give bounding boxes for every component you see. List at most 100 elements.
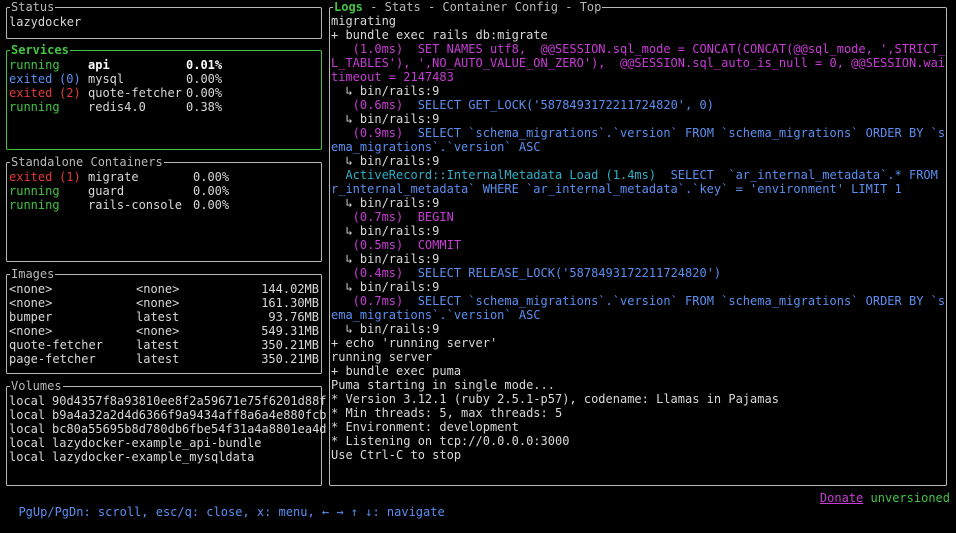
log-line: ↳ bin/rails:9 — [331, 322, 945, 336]
service-cpu: 0.38% — [186, 100, 223, 114]
volume-row[interactable]: local lazydocker-example_mysqldata — [9, 450, 319, 464]
container-cpu: 0.00% — [193, 170, 230, 184]
volume-row[interactable]: local lazydocker-example_api-bundle — [9, 436, 319, 450]
volume-driver: local — [9, 450, 46, 464]
image-size: 93.76MB — [268, 310, 319, 324]
log-segment: ↳ bin/rails:9 — [331, 224, 440, 238]
log-line: + echo 'running server' — [331, 336, 945, 350]
service-state: exited — [9, 86, 53, 100]
log-segment: (0.5ms) COMMIT — [331, 238, 462, 252]
container-name: migrate — [88, 170, 139, 184]
volume-row[interactable]: local 90d4357f8a93810ee8f2a59671e75f6201d… — [9, 394, 327, 408]
volume-driver: local — [9, 408, 46, 422]
tab-separator: - — [558, 0, 580, 14]
log-line: + bundle exec puma — [331, 364, 945, 378]
log-line: (0.6ms) SELECT GET_LOCK('587849317221172… — [331, 98, 945, 112]
volume-name: b9a4a32a2d4d6366f9a9434aff8a6a4e880fcb — [52, 408, 327, 422]
image-size: 549.31MB — [261, 324, 319, 338]
image-repository: page-fetcher — [9, 352, 96, 366]
log-segment: ↳ bin/rails:9 — [331, 252, 440, 266]
container-row[interactable]: running guard 0.00% — [9, 184, 319, 198]
image-row[interactable]: bumper latest 93.76MB — [9, 310, 319, 324]
log-segment: * Version 3.12.1 (ruby 2.5.1-p57), coden… — [331, 392, 779, 406]
container-row[interactable]: exited (1) migrate 0.00% — [9, 170, 319, 184]
service-state: running — [9, 100, 60, 114]
image-tag: latest — [136, 338, 180, 352]
log-segment: running server — [331, 350, 433, 364]
tab-stats[interactable]: Stats — [385, 0, 421, 14]
container-row[interactable]: running rails-console 0.00% — [9, 198, 319, 212]
log-segment: ↳ bin/rails:9 — [331, 112, 440, 126]
tab-top[interactable]: Top — [580, 0, 602, 14]
tab-container-config[interactable]: Container Config — [442, 0, 558, 14]
images-panel[interactable]: Images <none> <none> 144.02MB <none> <none> 1… — [6, 267, 322, 374]
volumes-panel-title: Volumes — [10, 379, 63, 393]
service-row[interactable]: exited (2) quote-fetcher 0.00% — [9, 86, 319, 100]
log-segment: * Environment: development — [331, 420, 519, 434]
image-row[interactable]: <none> <none> 161.30MB — [9, 296, 319, 310]
service-row[interactable]: running redis4.0 0.38% — [9, 100, 319, 114]
service-name: api — [88, 58, 110, 72]
service-name: redis4.0 — [88, 100, 146, 114]
tab-separator: - — [362, 0, 385, 14]
image-repository: <none> — [9, 296, 53, 310]
log-line: timeout = 2147483 — [331, 70, 945, 84]
log-segment: ActiveRecord::InternalMetadata Load (1.4… — [331, 168, 671, 182]
volumes-panel[interactable]: Volumes local 90d4357f8a93810ee8f2a59671e… — [6, 379, 327, 486]
log-segment: L_TABLES'), ',NO_AUTO_VALUE_ON_ZERO'), @… — [331, 56, 945, 70]
log-line: running server — [331, 350, 945, 364]
footer-bar: PgUp/PgDn: scroll, esc/q: close, x: menu… — [4, 491, 950, 519]
image-tag: <none> — [136, 324, 180, 338]
service-row[interactable]: running api 0.01% — [9, 58, 319, 72]
services-panel[interactable]: Services running api 0.01% exited (0) mysql 0.… — [6, 43, 322, 150]
log-segment: (0.7ms) — [331, 294, 418, 308]
donate-link[interactable]: Donate — [820, 491, 863, 505]
log-segment: + echo 'running server' — [331, 336, 498, 350]
image-row[interactable]: page-fetcher latest 350.21MB — [9, 352, 319, 366]
image-repository: <none> — [9, 282, 53, 296]
log-line: ↳ bin/rails:9 — [331, 224, 945, 238]
service-row[interactable]: exited (0) mysql 0.00% — [9, 72, 319, 86]
image-repository: <none> — [9, 324, 53, 338]
container-state: exited — [9, 170, 53, 184]
container-cpu: 0.00% — [193, 184, 230, 198]
log-line: * Environment: development — [331, 420, 945, 434]
log-view[interactable]: migrating + bundle exec rails db:migrate … — [331, 14, 945, 462]
image-row[interactable]: <none> <none> 549.31MB — [9, 324, 319, 338]
tab-separator: - — [420, 0, 443, 14]
status-panel[interactable]: Status lazydocker — [6, 0, 322, 39]
image-tag: latest — [136, 352, 180, 366]
service-exit-code: (2) — [59, 86, 81, 100]
version-label: unversioned — [870, 491, 950, 505]
service-cpu: 0.00% — [186, 72, 223, 86]
log-segment: + bundle exec puma — [331, 364, 462, 378]
image-size: 350.21MB — [261, 352, 319, 366]
log-segment: Use Ctrl-C to stop — [331, 448, 462, 462]
project-name: lazydocker — [9, 15, 82, 29]
log-line: (0.4ms) SELECT RELEASE_LOCK('58784931722… — [331, 266, 945, 280]
log-line: ↳ bin/rails:9 — [331, 112, 945, 126]
image-row[interactable]: quote-fetcher latest 350.21MB — [9, 338, 319, 352]
image-tag: <none> — [136, 282, 180, 296]
log-segment: Puma starting in single mode... — [331, 378, 555, 392]
log-segment: * Min threads: 5, max threads: 5 — [331, 406, 563, 420]
container-exit-code: (1) — [59, 170, 81, 184]
service-state: exited — [9, 72, 53, 86]
tab-logs[interactable]: Logs — [334, 0, 363, 14]
image-tag: <none> — [136, 296, 180, 310]
volume-row[interactable]: local bc80a55695b8d780db6fbe54f31a4a8801e… — [9, 422, 327, 436]
log-segment: * Listening on tcp://0.0.0.0:3000 — [331, 434, 570, 448]
log-segment: + bundle exec rails db:migrate — [331, 28, 548, 42]
volume-name: lazydocker-example_mysqldata — [52, 450, 255, 464]
log-segment: ema_migrations`.`version` ASC — [331, 308, 541, 322]
log-segment: SELECT RELEASE_LOCK('5878493172211724820… — [417, 266, 722, 280]
image-row[interactable]: <none> <none> 144.02MB — [9, 282, 319, 296]
log-line: * Listening on tcp://0.0.0.0:3000 — [331, 434, 945, 448]
volume-row[interactable]: local b9a4a32a2d4d6366f9a9434aff8a6a4e880… — [9, 408, 327, 422]
service-cpu: 0.01% — [186, 58, 223, 72]
containers-panel[interactable]: Standalone Containers exited (1) migrate 0.… — [6, 155, 322, 262]
log-segment: ↳ bin/rails:9 — [331, 196, 440, 210]
log-segment: (0.7ms) BEGIN — [331, 210, 454, 224]
log-segment: SELECT `ar_internal_metadata`.* FROM `a — [670, 168, 945, 182]
main-tabs: Logs - Stats - Container Config - Top — [333, 0, 603, 14]
